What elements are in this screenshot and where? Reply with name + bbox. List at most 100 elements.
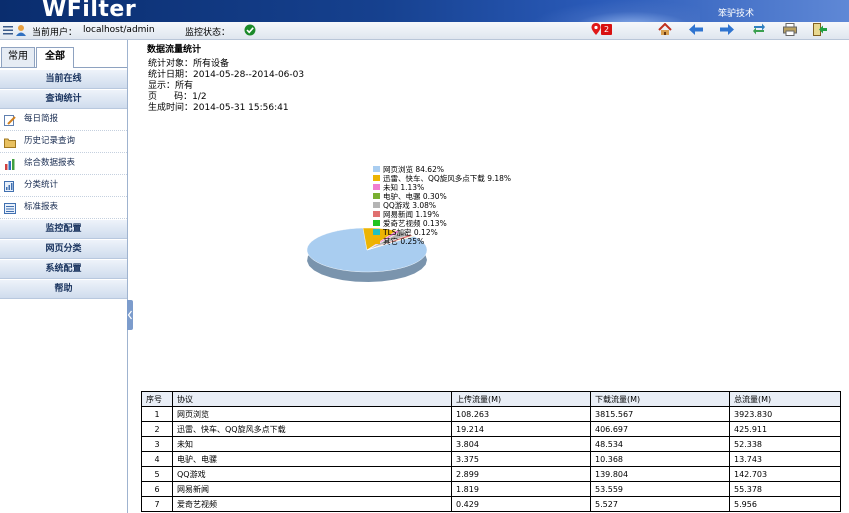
alert-count-badge[interactable]: 2 [601, 24, 613, 35]
legend-label: 未知 1.13% [383, 182, 424, 192]
sidebar-item-label: 分类统计 [24, 180, 59, 190]
section-web-category[interactable]: 网页分类 [0, 239, 127, 259]
alert-pin-icon[interactable] [591, 23, 601, 39]
legend-label: 爱奇艺视频 0.13% [383, 218, 447, 228]
status-ok-icon [244, 24, 256, 39]
cell-upload: 108.263 [451, 406, 591, 422]
tab-all[interactable]: 全部 [36, 47, 74, 68]
sidebar-collapse-handle[interactable] [127, 300, 133, 330]
section-monitor-config[interactable]: 监控配置 [0, 219, 127, 239]
col-header-upload: 上传流量(M) [451, 391, 591, 407]
sidebar: 常用 全部 当前在线 查询统计 每日简报 历史记录查询 综合数据报表 分类统计 … [0, 40, 128, 513]
sidebar-item-label: 每日简报 [24, 114, 59, 124]
cell-index: 1 [141, 406, 173, 422]
cell-upload: 0.429 [451, 496, 591, 512]
table-row: 6 网易新闻 1.819 53.559 55.378 [141, 481, 841, 497]
cell-protocol: 爱奇艺视频 [172, 496, 452, 512]
table-row: 2 迅雷、快车、QQ旋风多点下载 19.214 406.697 425.911 [141, 421, 841, 437]
report-title: 数据流量统计 [147, 45, 202, 55]
legend-label: 其它 0.25% [383, 236, 424, 246]
section-query-stats[interactable]: 查询统计 [0, 89, 127, 109]
cell-index: 4 [141, 451, 173, 467]
cell-index: 2 [141, 421, 173, 437]
cell-protocol: 迅雷、快车、QQ旋风多点下载 [172, 421, 452, 437]
col-header-protocol: 协议 [172, 391, 452, 407]
document-chart-icon [4, 180, 16, 192]
toolbar: 当前用户： localhost/admin 监控状态： 2 [0, 22, 849, 40]
cell-download: 53.559 [590, 481, 730, 497]
sidebar-item-category-stats[interactable]: 分类统计 [0, 175, 127, 197]
current-user-value: localhost/admin [83, 25, 155, 35]
user-icon [15, 24, 27, 39]
cell-total: 13.743 [729, 451, 841, 467]
legend-swatch [373, 193, 380, 199]
cell-upload: 3.804 [451, 436, 591, 452]
cell-total: 3923.830 [729, 406, 841, 422]
cell-protocol: 网页浏览 [172, 406, 452, 422]
cell-upload: 1.819 [451, 481, 591, 497]
logout-icon[interactable] [813, 23, 827, 39]
table-header-row: 序号 协议 上传流量(M) 下载流量(M) 总流量(M) [141, 391, 841, 407]
company-name: 笨驴技术 [718, 9, 755, 19]
list-report-icon [4, 202, 16, 214]
tab-common[interactable]: 常用 [1, 47, 35, 67]
cell-protocol: 电驴、电骡 [172, 451, 452, 467]
back-arrow-icon[interactable] [689, 24, 703, 38]
sidebar-item-standard-report[interactable]: 标准报表 [0, 197, 127, 219]
cell-total: 142.703 [729, 466, 841, 482]
forward-arrow-icon[interactable] [720, 24, 734, 38]
table-row: 3 未知 3.804 48.534 52.338 [141, 436, 841, 452]
section-online-now[interactable]: 当前在线 [0, 69, 127, 89]
current-user-label: 当前用户： [32, 28, 78, 38]
sidebar-item-label: 综合数据报表 [24, 158, 76, 168]
cell-upload: 19.214 [451, 421, 591, 437]
legend-label: 迅雷、快车、QQ旋风多点下载 9.18% [383, 173, 511, 183]
print-icon[interactable] [783, 23, 797, 39]
cell-download: 139.804 [590, 466, 730, 482]
report-generated-time: 生成时间：2014-05-31 15:56:41 [148, 103, 289, 113]
sidebar-item-history-query[interactable]: 历史记录查询 [0, 131, 127, 153]
refresh-icon[interactable] [752, 23, 766, 39]
legend-swatch [373, 238, 380, 244]
sidebar-item-label: 标准报表 [24, 202, 59, 212]
legend-swatch [373, 220, 380, 226]
cell-total: 425.911 [729, 421, 841, 437]
traffic-pie-chart: 网页浏览 84.62%迅雷、快车、QQ旋风多点下载 9.18%未知 1.13%电… [306, 165, 511, 282]
table-row: 4 电驴、电骡 3.375 10.368 13.743 [141, 451, 841, 467]
folder-icon [4, 136, 16, 148]
sidebar-item-comprehensive-report[interactable]: 综合数据报表 [0, 153, 127, 175]
cell-download: 3815.567 [590, 406, 730, 422]
legend-swatch [373, 211, 380, 217]
cell-protocol: QQ游戏 [172, 466, 452, 482]
header-decoration [530, 0, 700, 22]
app-logo: WFilter [42, 0, 137, 22]
sidebar-item-daily-brief[interactable]: 每日简报 [0, 109, 127, 131]
legend-label: 网页浏览 84.62% [383, 165, 444, 174]
bar-chart-icon [4, 158, 16, 170]
legend-swatch [373, 175, 380, 181]
menu-icon[interactable] [3, 26, 13, 38]
col-header-download: 下载流量(M) [590, 391, 730, 407]
legend-label: TLS加密 0.12% [382, 227, 438, 237]
monitor-status-label: 监控状态： [185, 28, 231, 38]
section-help[interactable]: 帮助 [0, 279, 127, 299]
legend-label: 网易新闻 1.19% [383, 209, 439, 219]
legend-swatch [373, 184, 380, 190]
cell-download: 5.527 [590, 496, 730, 512]
traffic-table: 序号 协议 上传流量(M) 下载流量(M) 总流量(M) 1 网页浏览 108.26… [141, 391, 841, 512]
cell-index: 6 [141, 481, 173, 497]
cell-total: 55.378 [729, 481, 841, 497]
cell-index: 3 [141, 436, 173, 452]
legend-label: 电驴、电骡 0.30% [383, 191, 447, 201]
col-header-total: 总流量(M) [729, 391, 841, 407]
home-icon[interactable] [658, 22, 672, 39]
cell-download: 406.697 [590, 421, 730, 437]
cell-protocol: 未知 [172, 436, 452, 452]
col-header-index: 序号 [141, 391, 173, 407]
table-row: 1 网页浏览 108.263 3815.567 3923.830 [141, 406, 841, 422]
section-system-config[interactable]: 系统配置 [0, 259, 127, 279]
table-row: 7 爱奇艺视频 0.429 5.527 5.956 [141, 496, 841, 512]
sidebar-tabs: 常用 全部 [0, 47, 127, 68]
cell-upload: 2.899 [451, 466, 591, 482]
report-pencil-icon [4, 114, 16, 126]
